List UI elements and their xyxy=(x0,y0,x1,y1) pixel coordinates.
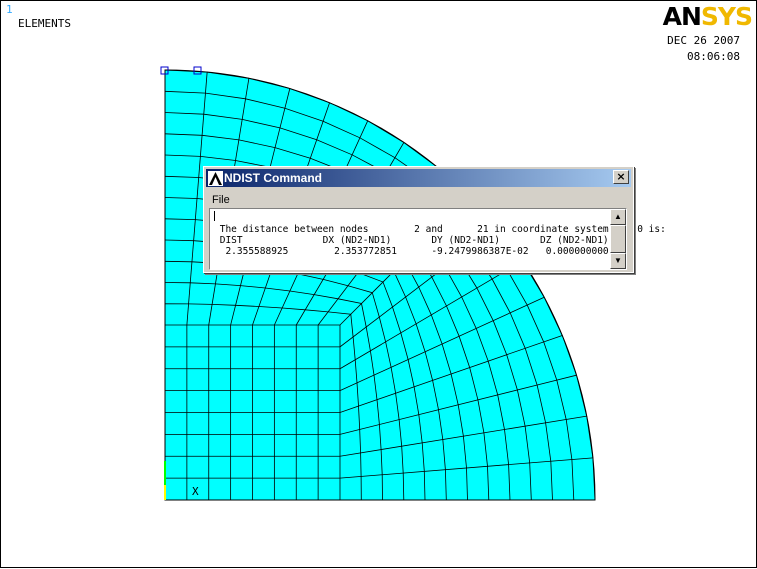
plot-date: DEC 26 2007 xyxy=(667,34,740,47)
command-output[interactable]: The distance between nodes 2 and 21 in c… xyxy=(209,208,666,270)
menu-file[interactable]: File xyxy=(208,194,234,206)
ansys-app-icon xyxy=(208,170,223,186)
dialog-title: NDIST Command xyxy=(224,171,323,185)
scroll-down-arrow-icon[interactable]: ▼ xyxy=(610,253,626,269)
vertical-scrollbar[interactable]: ▲ ▼ xyxy=(610,209,626,269)
mesh-plot xyxy=(160,66,596,501)
plot-label: ELEMENTS xyxy=(18,17,71,30)
text-cursor xyxy=(214,211,215,221)
ansys-logo: ANSYS xyxy=(662,2,753,31)
dialog-title-bar[interactable]: NDIST Command × xyxy=(206,169,631,187)
menu-bar: File xyxy=(208,190,234,206)
triad-x-label: X xyxy=(192,485,199,498)
close-button[interactable]: × xyxy=(613,170,629,184)
output-line: The distance between nodes 2 and 21 in c… xyxy=(214,224,666,235)
output-line: DIST DX (ND2-ND1) DY (ND2-ND1) DZ (ND2-N… xyxy=(214,235,609,246)
scroll-thumb[interactable] xyxy=(610,225,626,253)
output-text: The distance between nodes 2 and 21 in c… xyxy=(214,211,666,257)
ndist-command-dialog: NDIST Command × File The distance betwee… xyxy=(203,166,666,273)
plot-time: 08:06:08 xyxy=(687,50,740,63)
graphics-window[interactable]: 1 ELEMENTS DEC 26 2007 08:06:08 ANSYS X xyxy=(0,0,757,568)
scroll-up-arrow-icon[interactable]: ▲ xyxy=(610,209,626,225)
output-line: 2.355588925 2.353772851 -9.2479986387E-0… xyxy=(214,246,609,257)
window-number: 1 xyxy=(6,3,13,16)
